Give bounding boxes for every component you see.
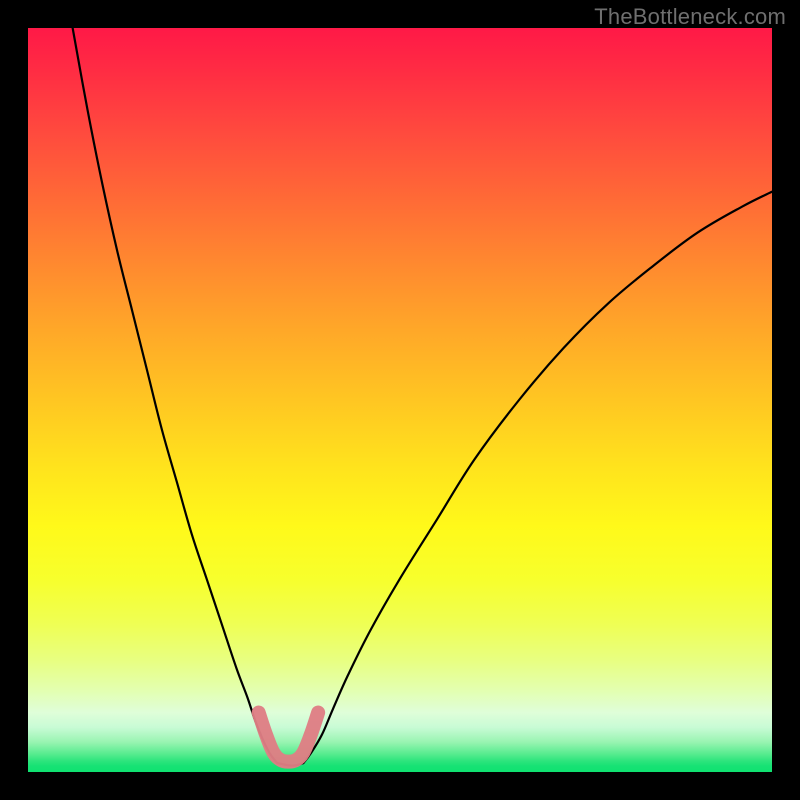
highlight-marker [259,712,319,761]
watermark-text: TheBottleneck.com [594,4,786,30]
curve-left-branch [73,28,278,763]
plot-area [28,28,772,772]
curve-right-branch [303,192,772,763]
chart-container: TheBottleneck.com [0,0,800,800]
curve-layer [28,28,772,772]
